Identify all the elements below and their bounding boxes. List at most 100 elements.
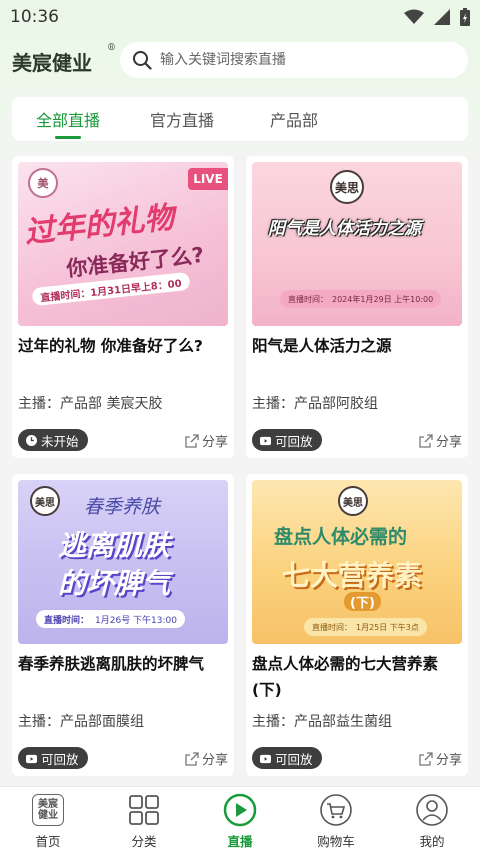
- card-host: 主播：产品部益生菌组: [252, 714, 392, 730]
- nav-home[interactable]: 美宸健业 首页: [0, 787, 96, 853]
- thumb-line0: 春季养肤: [84, 496, 161, 518]
- status-badge: 未开始: [18, 429, 88, 451]
- share-button[interactable]: 分享: [185, 749, 228, 768]
- live-tag: LIVE: [188, 168, 228, 190]
- wifi-icon: [404, 9, 424, 24]
- status-text: 未开始: [41, 433, 79, 449]
- brand-seal-icon: 美思: [338, 486, 368, 516]
- thumb-part: (下): [344, 592, 381, 611]
- replay-icon: [260, 754, 271, 763]
- search-icon: [133, 51, 152, 70]
- share-label: 分享: [201, 753, 228, 768]
- brand-seal-icon: 美: [28, 168, 58, 198]
- nav-cart[interactable]: 购物车: [288, 787, 384, 853]
- thumb-line2: 的坏脾气: [58, 567, 171, 600]
- thumb-schedule-label: 直播时间：: [44, 615, 90, 626]
- registered-mark: ®: [107, 42, 116, 53]
- tab-all-live[interactable]: 全部直播: [36, 97, 100, 141]
- card-host: 主播：产品部阿胶组: [252, 396, 378, 412]
- brand-seal-icon: 美思: [30, 486, 60, 516]
- thumb-subheadline: 春季养肤: [84, 492, 160, 519]
- thumb-headline: 七大营养素: [282, 554, 422, 594]
- status-time: 10:36: [10, 7, 59, 27]
- tab-label: 全部直播: [36, 111, 101, 130]
- share-label: 分享: [435, 753, 462, 768]
- nav-live[interactable]: 直播: [192, 787, 288, 853]
- status-icons: [404, 8, 470, 26]
- thumb-headline-2: 的坏脾气: [58, 562, 170, 602]
- card-title: 阳气是人体活力之源: [252, 337, 392, 355]
- share-icon: [185, 751, 199, 766]
- battery-icon: [460, 8, 470, 26]
- app-header: 美宸健业 ®: [0, 40, 480, 82]
- live-thumbnail: 美思 春季养肤 逃离肌肤 的坏脾气 直播时间： 1月26号 下午13:00: [18, 480, 228, 644]
- share-icon: [185, 433, 199, 448]
- live-card[interactable]: 美思 春季养肤 逃离肌肤 的坏脾气 直播时间： 1月26号 下午13:00 春季养…: [12, 474, 234, 776]
- status-badge: 可回放: [18, 747, 88, 769]
- share-button[interactable]: 分享: [419, 431, 462, 450]
- nav-label: 购物车: [317, 834, 355, 849]
- thumb-schedule-label: 直播时间：: [312, 622, 352, 632]
- share-button[interactable]: 分享: [419, 749, 462, 768]
- live-card[interactable]: 美 LIVE 过年的礼物 你准备好了么? 直播时间：1月31日早上8：00 过年…: [12, 156, 234, 458]
- thumb-schedule: 直播时间： 2024年1月29日 上午10:00: [280, 290, 442, 308]
- live-card[interactable]: 美思 阳气是人体活力之源 直播时间： 2024年1月29日 上午10:00 阳气是…: [246, 156, 468, 458]
- card-host: 主播：产品部 美宸天胶: [18, 396, 163, 412]
- search-input[interactable]: [160, 52, 450, 68]
- play-circle-icon: [223, 793, 257, 827]
- replay-icon: [260, 436, 271, 445]
- live-tag-text: LIVE: [193, 172, 223, 186]
- card-title: 春季养肤逃离肌肤的坏脾气: [18, 655, 205, 673]
- live-card[interactable]: 美思 盘点人体必需的 七大营养素 (下) 直播时间： 1月25日 下午3点 盘点人…: [246, 474, 468, 776]
- nav-label: 我的: [419, 834, 445, 849]
- live-thumbnail: 美思 阳气是人体活力之源 直播时间： 2024年1月29日 上午10:00: [252, 162, 462, 326]
- tab-label: 产品部: [270, 111, 319, 130]
- replay-icon: [26, 754, 37, 763]
- thumb-subheadline: 盘点人体必需的: [274, 522, 407, 549]
- home-logo-text: 美宸健业: [38, 799, 58, 821]
- tab-product-dept[interactable]: 产品部: [270, 97, 318, 141]
- share-label: 分享: [201, 435, 228, 450]
- search-bar[interactable]: [120, 42, 468, 78]
- nav-label: 分类: [131, 834, 157, 849]
- card-host: 主播：产品部面膜组: [18, 714, 144, 730]
- grid-icon: [128, 793, 160, 827]
- card-title: 盘点人体必需的七大营养素(下): [252, 655, 439, 699]
- status-bar: 10:36: [0, 0, 480, 34]
- nav-category[interactable]: 分类: [96, 787, 192, 853]
- thumb-line1: 逃离肌肤: [58, 529, 171, 562]
- signal-icon: [434, 9, 450, 25]
- brand-name: 美宸健业: [12, 50, 92, 75]
- bottom-nav: 美宸健业 首页 分类 直播 购物车 我的: [0, 786, 480, 853]
- live-thumbnail: 美 LIVE 过年的礼物 你准备好了么? 直播时间：1月31日早上8：00: [18, 162, 228, 326]
- status-text: 可回放: [275, 433, 313, 449]
- seal-text: 美思: [334, 180, 359, 195]
- brand-seal-icon: 美思: [330, 170, 364, 204]
- clock-icon: [26, 434, 37, 446]
- thumb-line3: (下): [350, 596, 375, 611]
- share-icon: [419, 751, 433, 766]
- tab-label: 官方直播: [150, 111, 215, 130]
- thumb-schedule: 直播时间： 1月25日 下午3点: [304, 618, 427, 636]
- nav-label: 首页: [35, 834, 61, 849]
- live-thumbnail: 美思 盘点人体必需的 七大营养素 (下) 直播时间： 1月25日 下午3点: [252, 480, 462, 644]
- share-button[interactable]: 分享: [185, 431, 228, 450]
- thumb-headline: 过年的礼物: [22, 192, 176, 251]
- thumb-headline: 阳气是人体活力之源: [268, 214, 421, 239]
- share-icon: [419, 433, 433, 448]
- tab-official-live[interactable]: 官方直播: [150, 97, 214, 141]
- thumb-headline: 逃离肌肤: [58, 524, 170, 564]
- home-logo-icon: 美宸健业: [32, 793, 64, 827]
- brand-logo: 美宸健业 ®: [12, 43, 116, 76]
- live-category-tabs: 全部直播 官方直播 产品部: [12, 97, 468, 141]
- thumb-schedule-text: 2024年1月29日 上午10:00: [332, 294, 434, 304]
- thumb-schedule-text: 1月26号 下午13:00: [95, 615, 177, 626]
- status-text: 可回放: [41, 751, 79, 767]
- thumb-schedule-label: 直播时间：: [288, 294, 328, 304]
- nav-profile[interactable]: 我的: [384, 787, 480, 853]
- thumb-line1: 盘点人体必需的: [274, 526, 408, 548]
- home-logo-box: 美宸健业: [32, 794, 64, 826]
- status-badge: 可回放: [252, 429, 322, 451]
- status-text: 可回放: [275, 751, 313, 767]
- seal-text: 美思: [35, 497, 55, 509]
